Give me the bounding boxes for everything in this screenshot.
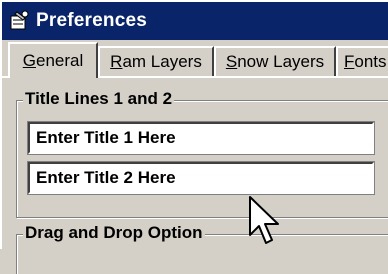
title-lines-group: Title Lines 1 and 2: [16, 89, 388, 218]
tab-fonts-label: Fonts: [344, 52, 387, 71]
drag-drop-group: Drag and Drop Option: [16, 223, 388, 274]
general-tab-panel: Title Lines 1 and 2 Enter Title 1 Here E…: [2, 76, 388, 274]
title-1-input[interactable]: Enter Title 1 Here: [27, 121, 375, 155]
tab-ram-layers[interactable]: Ram Layers: [98, 46, 214, 76]
preferences-window: Preferences General Ram Layers Snow Laye…: [0, 0, 388, 274]
title-2-input[interactable]: Enter Title 2 Here: [27, 161, 375, 195]
mouse-pointer-icon: [249, 196, 279, 244]
tab-general[interactable]: General: [8, 42, 98, 78]
window-title: Preferences: [36, 10, 147, 31]
tab-bar: General Ram Layers Snow Layers Fonts: [2, 40, 388, 78]
title-bar[interactable]: Preferences: [2, 2, 388, 40]
title-lines-group-label: Title Lines 1 and 2: [23, 89, 175, 109]
tab-ram-layers-label: Ram Layers: [110, 52, 202, 71]
preferences-icon: [8, 10, 30, 32]
tab-general-label: General: [22, 51, 84, 70]
drag-drop-group-label: Drag and Drop Option: [23, 223, 205, 243]
tab-fonts[interactable]: Fonts: [336, 46, 388, 76]
tab-snow-layers-label: Snow Layers: [225, 52, 325, 71]
tab-snow-layers[interactable]: Snow Layers: [214, 46, 336, 76]
